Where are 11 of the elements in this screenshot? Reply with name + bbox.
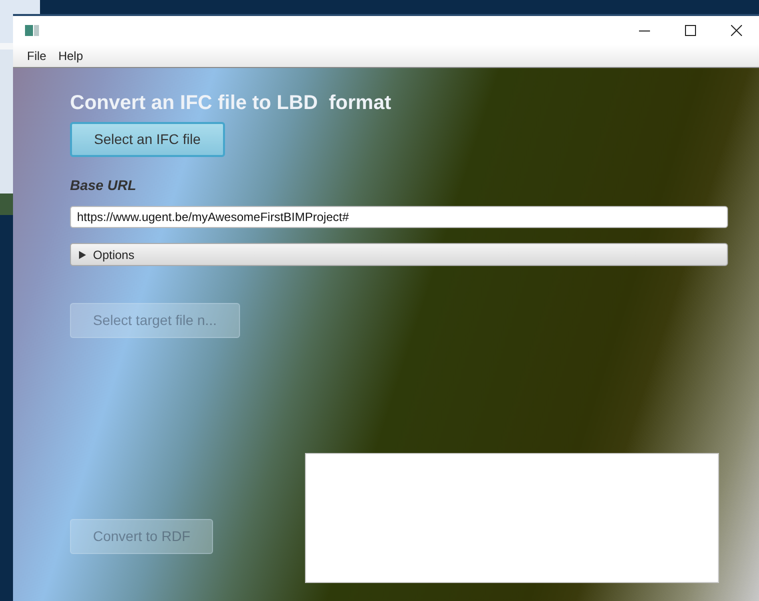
select-file-button[interactable]: Select an IFC file: [70, 122, 225, 157]
menu-item[interactable]: File: [23, 44, 54, 66]
url-field[interactable]: https://www.ugent.be/myAwesomeFirstBIMProject#: [70, 206, 728, 228]
close-icon: [730, 24, 742, 36]
options-pane-header[interactable]: Options: [70, 243, 728, 266]
maximize-icon: [684, 24, 696, 36]
app-icon: [25, 24, 39, 36]
heading: Convert an IFC file to LBD format: [70, 91, 392, 115]
field-label: Base URL: [70, 176, 138, 195]
menu-item[interactable]: Help: [54, 44, 92, 66]
caret-icon: [79, 250, 86, 258]
